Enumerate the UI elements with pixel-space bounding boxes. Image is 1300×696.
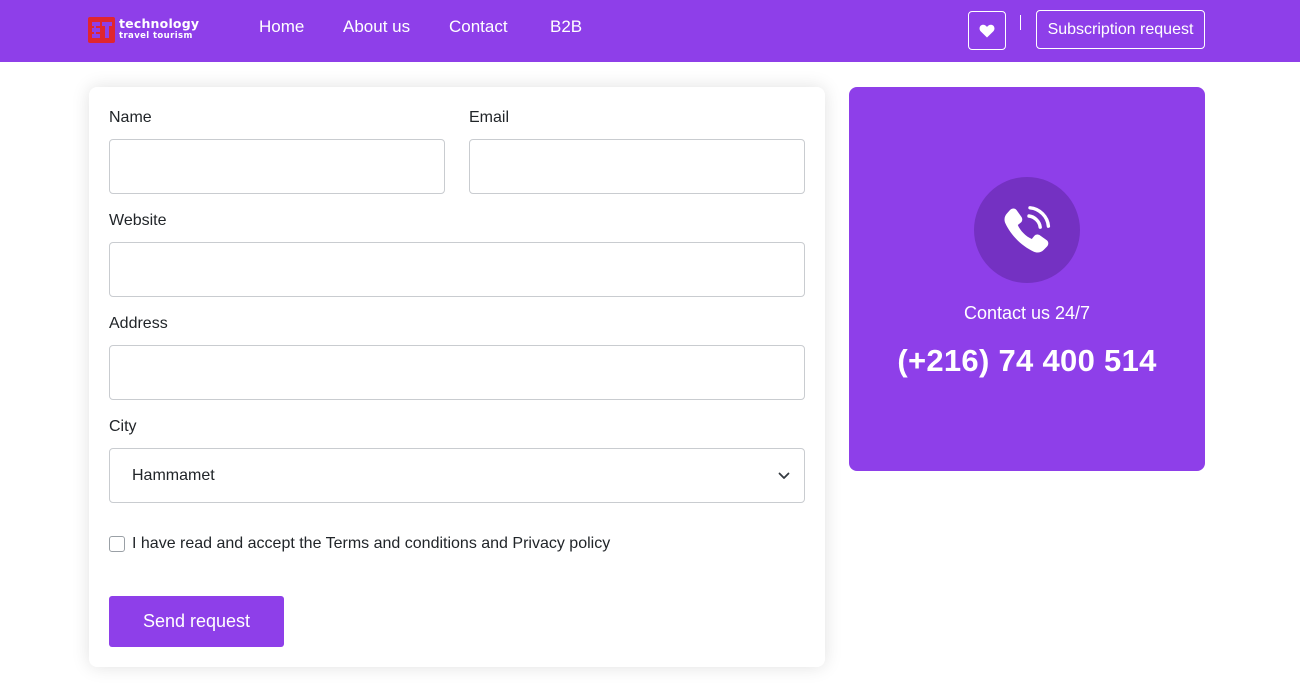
contact-card: Contact us 24/7 (+216) 74 400 514	[849, 87, 1205, 471]
nav-b2b[interactable]: B2B	[550, 17, 582, 37]
city-select[interactable]: Hammamet	[109, 448, 805, 503]
name-label: Name	[109, 109, 152, 126]
nav-about-us[interactable]: About us	[343, 17, 410, 37]
logo-text-secondary: TRAVEL TOURISM	[119, 31, 193, 41]
terms-checkbox[interactable]	[109, 536, 125, 552]
send-request-button[interactable]: Send request	[109, 596, 284, 647]
header-divider	[1020, 15, 1021, 30]
phone-icon-circle	[974, 177, 1080, 283]
heart-icon	[979, 24, 995, 37]
chevron-down-icon	[778, 472, 790, 479]
contact-phone-number[interactable]: (+216) 74 400 514	[849, 343, 1205, 379]
city-select-value: Hammamet	[132, 467, 215, 484]
website-label: Website	[109, 212, 167, 229]
nav-contact[interactable]: Contact	[449, 17, 508, 37]
phone-call-icon	[1004, 206, 1051, 253]
request-form: Name Email Website Address City Hammamet…	[89, 87, 825, 667]
site-logo[interactable]: TECHNOLOGY TRAVEL TOURISM	[88, 16, 202, 44]
favorites-button[interactable]	[968, 11, 1006, 50]
address-input[interactable]	[109, 345, 805, 400]
subscription-request-button[interactable]: Subscription request	[1036, 10, 1205, 49]
top-navbar: TECHNOLOGY TRAVEL TOURISM Home About us …	[0, 0, 1300, 62]
email-input[interactable]	[469, 139, 805, 194]
city-label: City	[109, 418, 137, 435]
nav-home[interactable]: Home	[259, 17, 304, 37]
website-input[interactable]	[109, 242, 805, 297]
contact-label: Contact us 24/7	[963, 303, 1091, 323]
logo-mark-icon	[88, 17, 115, 43]
terms-label: I have read and accept the Terms and con…	[132, 535, 611, 552]
logo-text-primary: TECHNOLOGY	[119, 16, 200, 31]
email-label: Email	[469, 109, 510, 126]
name-input[interactable]	[109, 139, 445, 194]
address-label: Address	[109, 315, 168, 332]
